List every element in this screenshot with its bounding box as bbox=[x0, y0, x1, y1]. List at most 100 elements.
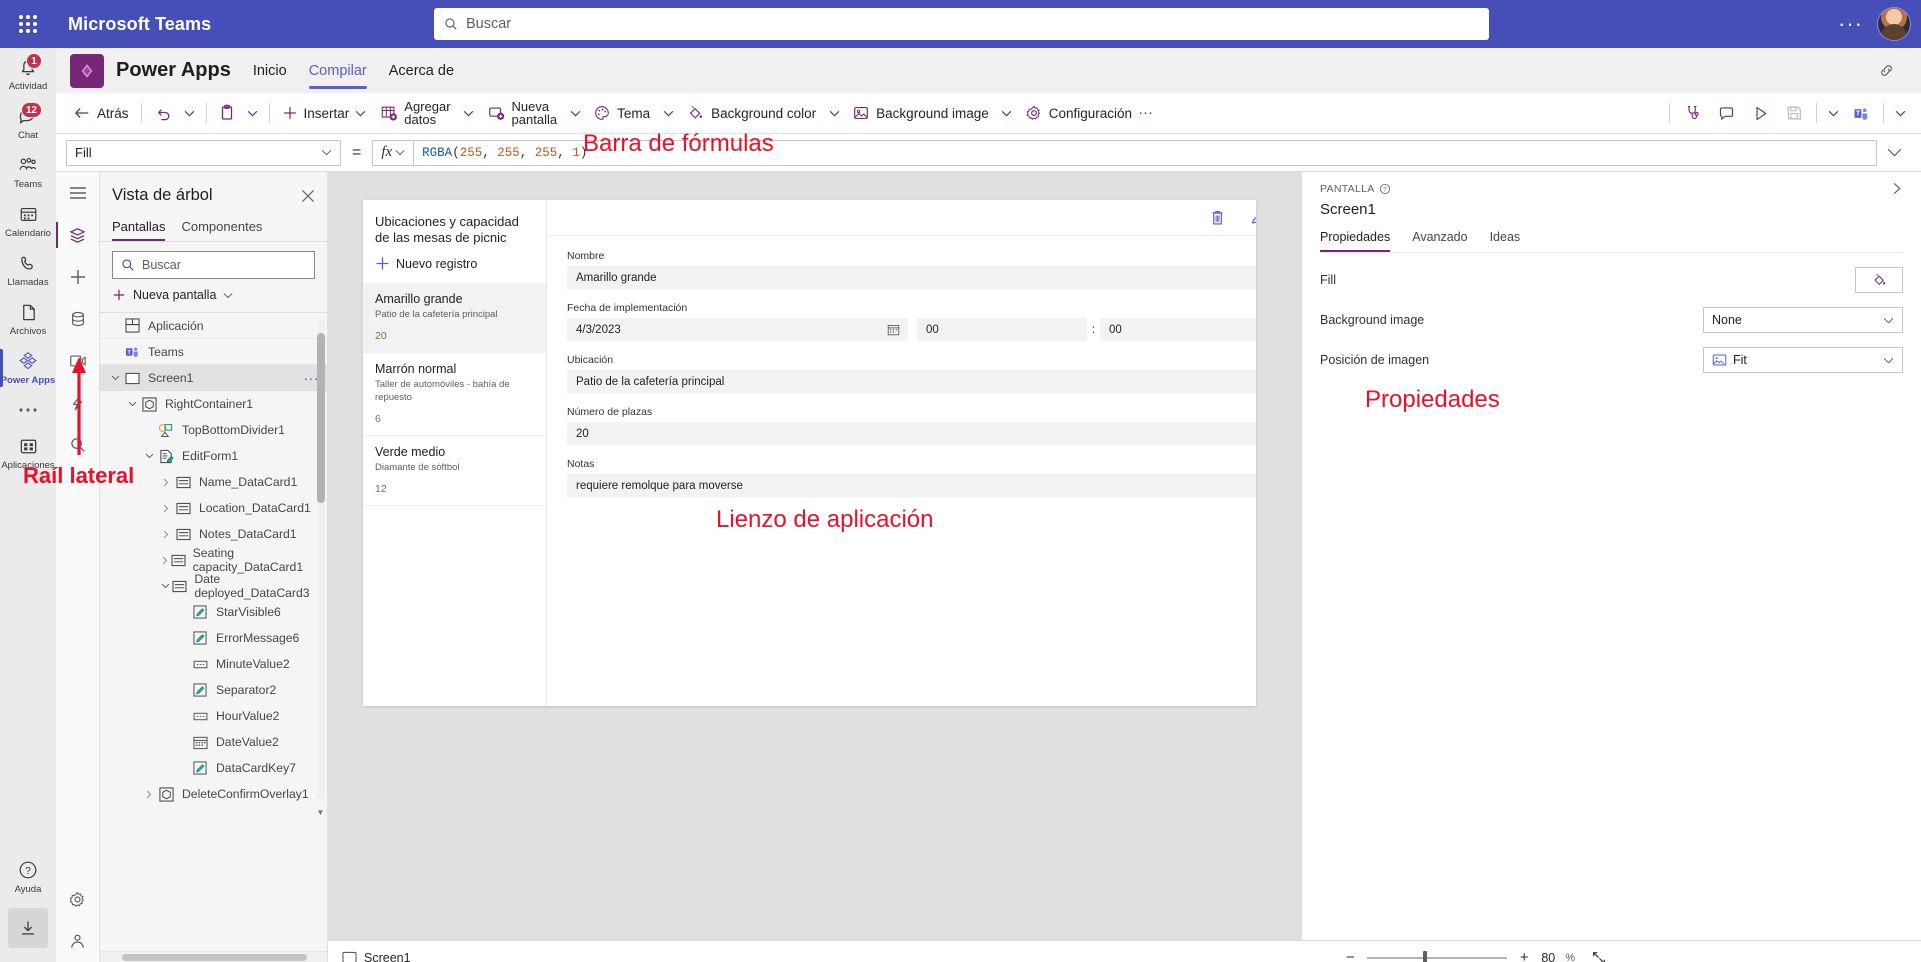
tab-pantallas[interactable]: Pantallas bbox=[112, 215, 166, 241]
background-image-button[interactable]: Background image bbox=[845, 97, 996, 129]
list-item[interactable]: Verde medio Diamante de sóftbol 12 bbox=[363, 436, 546, 506]
data-icon[interactable] bbox=[56, 298, 100, 340]
avatar[interactable] bbox=[1877, 7, 1911, 41]
formula-expand-button[interactable] bbox=[1877, 148, 1911, 157]
tree-scrollbar[interactable] bbox=[317, 319, 325, 799]
tree-item-separator2[interactable]: Separator2 bbox=[100, 677, 327, 703]
plus-icon[interactable]: + bbox=[1517, 949, 1531, 962]
tree-item-aplicaci-n[interactable]: Aplicación bbox=[100, 313, 327, 339]
gear-icon[interactable] bbox=[56, 878, 100, 920]
scroll-down-arrow[interactable]: ▼ bbox=[316, 808, 325, 817]
field-input-minuto[interactable]: 00 bbox=[1100, 318, 1256, 341]
tab-componentes[interactable]: Componentes bbox=[181, 215, 262, 241]
pencil-icon[interactable] bbox=[1249, 208, 1256, 228]
field-input-nombre[interactable]: Amarillo grande bbox=[567, 266, 1256, 289]
tree-item-minutevalue2[interactable]: MinuteValue2 bbox=[100, 651, 327, 677]
publish-caret[interactable] bbox=[1889, 97, 1911, 129]
theme-button[interactable]: Tema bbox=[586, 97, 657, 129]
chevron-right-icon[interactable] bbox=[159, 478, 173, 487]
close-icon[interactable] bbox=[301, 189, 315, 203]
tree-view-list[interactable]: Aplicación T Teams Screen1 ··· RightContainer… bbox=[100, 312, 327, 951]
tree-item-teams[interactable]: T Teams bbox=[100, 339, 327, 365]
field-input-notas[interactable]: requiere remolque para moverse bbox=[567, 474, 1256, 497]
fit-screen-icon[interactable] bbox=[1591, 950, 1607, 962]
gallery[interactable]: Ubicaciones y capacidad de las mesas de … bbox=[363, 200, 547, 706]
tab-ideas[interactable]: Ideas bbox=[1490, 230, 1521, 252]
tree-item-deleteconfirmoverlay1[interactable]: DeleteConfirmOverlay1 bbox=[100, 781, 327, 807]
canvas-area[interactable]: Ubicaciones y capacidad de las mesas de … bbox=[328, 172, 1301, 962]
slider-knob[interactable] bbox=[1423, 950, 1428, 962]
app-checker-icon[interactable] bbox=[1675, 97, 1709, 129]
list-item[interactable]: Amarillo grande Patio de la cafetería pr… bbox=[363, 283, 546, 353]
field-input-ubicacion[interactable]: Patio de la cafetería principal bbox=[567, 370, 1256, 393]
tree-item-rightcontainer1[interactable]: RightContainer1 bbox=[100, 391, 327, 417]
background-color-caret[interactable] bbox=[823, 97, 845, 129]
tree-horizontal-scrollbar[interactable] bbox=[100, 951, 327, 962]
tab-propiedades[interactable]: Propiedades bbox=[1320, 230, 1391, 252]
save-caret[interactable] bbox=[1822, 97, 1844, 129]
chevron-right-icon[interactable] bbox=[159, 556, 170, 565]
property-selector[interactable]: Fill bbox=[66, 139, 341, 166]
sidebar-item-more[interactable] bbox=[0, 391, 56, 427]
trash-icon[interactable] bbox=[1208, 208, 1227, 228]
save-icon[interactable] bbox=[1777, 97, 1811, 129]
tree-item-date-deployed-datacard3[interactable]: Date deployed_DataCard3 bbox=[100, 572, 327, 600]
comments-icon[interactable] bbox=[1709, 97, 1743, 129]
tab-compilar[interactable]: Compilar bbox=[308, 51, 367, 91]
sidebar-item-power-apps[interactable]: Power Apps bbox=[0, 342, 56, 391]
sidebar-item-teams[interactable]: Teams bbox=[0, 146, 56, 195]
chevron-right-icon[interactable] bbox=[1890, 182, 1903, 195]
chevron-down-icon[interactable] bbox=[108, 375, 122, 381]
advanced-tools-icon[interactable] bbox=[56, 920, 100, 962]
undo-button[interactable] bbox=[147, 97, 179, 129]
theme-caret[interactable] bbox=[657, 97, 679, 129]
chevron-right-icon[interactable] bbox=[159, 530, 173, 539]
new-screen-button[interactable]: Nueva pantalla bbox=[100, 279, 327, 312]
tree-view-icon[interactable] bbox=[55, 214, 100, 256]
background-color-button[interactable]: Background color bbox=[679, 97, 823, 129]
tab-acerca-de[interactable]: Acerca de bbox=[389, 51, 454, 91]
settings-button[interactable]: Configuración ··· bbox=[1018, 97, 1160, 129]
ellipsis-horizontal-icon[interactable]: ··· bbox=[1138, 105, 1153, 120]
tree-item-hourvalue2[interactable]: HourValue2 bbox=[100, 703, 327, 729]
chevron-down-icon[interactable] bbox=[159, 583, 171, 589]
minus-icon[interactable]: − bbox=[1343, 949, 1357, 962]
tree-search-input[interactable]: Buscar bbox=[112, 251, 315, 279]
list-item[interactable]: Marrón normal Taller de automóviles - ba… bbox=[363, 353, 546, 436]
tree-item-notes-datacard1[interactable]: Notes_DataCard1 bbox=[100, 521, 327, 547]
fx-button[interactable]: fx bbox=[372, 139, 414, 166]
calendar-icon[interactable] bbox=[887, 323, 900, 336]
sidebar-item-ayuda[interactable]: ? Ayuda bbox=[0, 851, 56, 900]
tab-avanzado[interactable]: Avanzado bbox=[1412, 230, 1467, 252]
back-button[interactable]: Atrás bbox=[66, 97, 136, 129]
new-record-button[interactable]: Nuevo registro bbox=[363, 248, 546, 283]
insert-icon[interactable] bbox=[56, 256, 100, 298]
new-screen-button[interactable]: Nueva pantalla bbox=[480, 97, 565, 129]
background-image-caret[interactable] bbox=[996, 97, 1018, 129]
sidebar-item-calendario[interactable]: Calendario bbox=[0, 195, 56, 244]
add-data-caret[interactable] bbox=[458, 97, 480, 129]
sidebar-item-llamadas[interactable]: Llamadas bbox=[0, 244, 56, 293]
chevron-right-icon[interactable] bbox=[159, 504, 173, 513]
tree-item-screen1[interactable]: Screen1 ··· bbox=[100, 365, 327, 391]
link-icon[interactable] bbox=[1869, 55, 1903, 87]
tree-item-seating-capacity-datacard1[interactable]: Seating capacity_DataCard1 bbox=[100, 546, 327, 574]
scrollbar-thumb[interactable] bbox=[122, 954, 307, 961]
field-input-plazas[interactable]: 20 bbox=[567, 422, 1256, 445]
chevron-down-icon[interactable] bbox=[125, 401, 139, 407]
image-position-select[interactable]: Fit bbox=[1703, 347, 1903, 373]
tree-item-location-datacard1[interactable]: Location_DataCard1 bbox=[100, 495, 327, 521]
edit-form[interactable]: Nombre Amarillo grande Fecha de implemen… bbox=[547, 200, 1256, 706]
fill-color-picker[interactable] bbox=[1855, 267, 1903, 293]
tree-item-starvisible6[interactable]: StarVisible6 bbox=[100, 599, 327, 625]
publish-teams-icon[interactable]: T bbox=[1844, 97, 1878, 129]
app-canvas[interactable]: Ubicaciones y capacidad de las mesas de … bbox=[363, 200, 1256, 706]
paste-caret[interactable] bbox=[242, 97, 264, 129]
scrollbar-thumb[interactable] bbox=[317, 333, 325, 503]
tab-inicio[interactable]: Inicio bbox=[253, 51, 287, 91]
question-circle-icon[interactable]: ? bbox=[1379, 183, 1391, 195]
status-screen-selector[interactable]: Screen1 bbox=[342, 951, 411, 962]
undo-caret[interactable] bbox=[179, 97, 201, 129]
sidebar-item-archivos[interactable]: Archivos bbox=[0, 293, 56, 342]
download-icon[interactable] bbox=[8, 908, 48, 948]
